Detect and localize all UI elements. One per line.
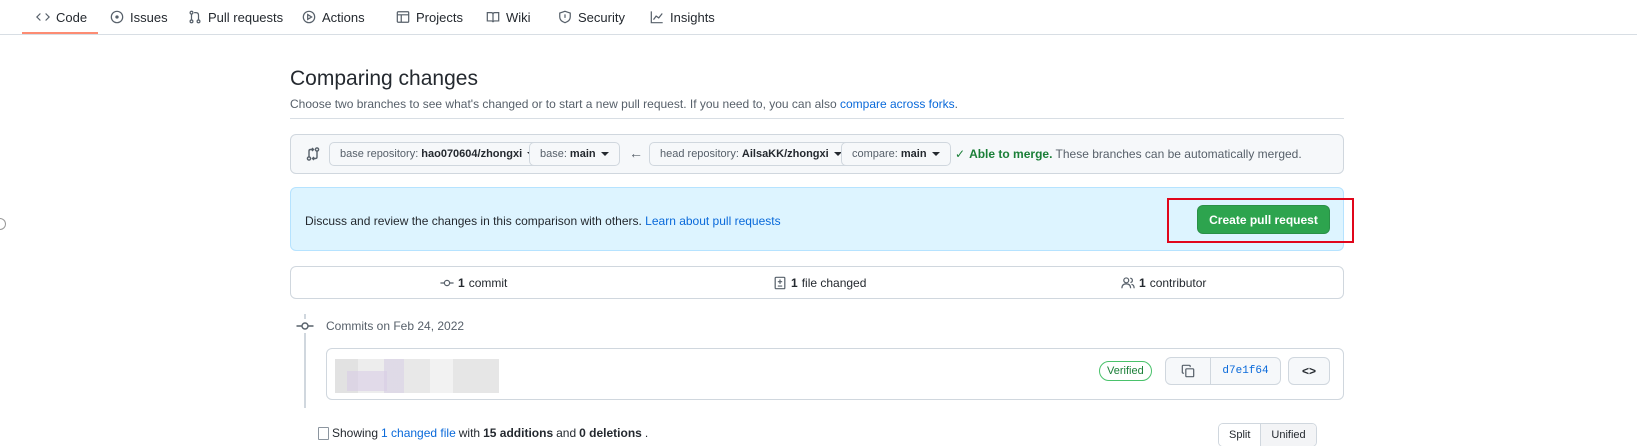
file-diff-icon xyxy=(774,276,786,290)
base-branch-label: base: xyxy=(540,148,567,160)
active-tab-indicator xyxy=(22,32,98,34)
tab-insights-label: Insights xyxy=(670,9,715,25)
compare-bar: base repository: hao070604/zhongxi base:… xyxy=(290,134,1344,174)
issue-icon xyxy=(110,10,124,24)
tab-pull-requests-label: Pull requests xyxy=(208,9,284,25)
split-view-button[interactable]: Split xyxy=(1219,424,1261,446)
showing-text: Showing xyxy=(332,426,379,440)
browse-repository-button[interactable]: <> xyxy=(1288,357,1330,385)
compare-branch-select[interactable]: compare: main xyxy=(841,142,951,166)
page-title: Comparing changes xyxy=(290,67,478,90)
files-label: file changed xyxy=(801,276,867,290)
timeline-commit-node xyxy=(296,319,314,333)
file-diff-icon xyxy=(318,426,329,440)
edge-fragment xyxy=(0,218,6,230)
merge-ok-text: Able to merge. xyxy=(969,147,1053,161)
tab-wiki-label: Wiki xyxy=(506,9,531,25)
unified-view-button[interactable]: Unified xyxy=(1260,424,1316,446)
caret-down-icon xyxy=(931,152,940,156)
tab-issues-label: Issues xyxy=(130,9,168,25)
tab-projects-label: Projects xyxy=(416,9,463,25)
compare-branch-value: main xyxy=(900,148,927,160)
commits-label: commit xyxy=(468,276,508,290)
code-icon xyxy=(36,13,50,21)
commit-sha-group: d7e1f64 xyxy=(1165,357,1281,385)
table-icon xyxy=(396,11,410,23)
repo-nav: Code Issues Pull requests Actions Projec… xyxy=(0,0,1637,35)
redacted-avatar xyxy=(347,371,387,391)
git-compare-icon xyxy=(306,147,320,161)
tab-code[interactable]: Code xyxy=(36,0,87,34)
tab-pull-requests[interactable]: Pull requests xyxy=(188,0,283,34)
period-text: . xyxy=(644,426,649,440)
compare-across-forks-link[interactable]: compare across forks xyxy=(840,97,955,111)
tab-security-label: Security xyxy=(578,9,625,25)
commit-sha-link[interactable]: d7e1f64 xyxy=(1211,358,1280,384)
commits-count: 1 xyxy=(458,276,465,290)
with-text: with xyxy=(458,426,481,440)
diff-view-toggle: Split Unified xyxy=(1218,423,1317,446)
commit-icon xyxy=(296,322,314,330)
tab-issues[interactable]: Issues xyxy=(110,0,168,34)
base-branch-select[interactable]: base: main xyxy=(529,142,620,166)
graph-icon xyxy=(650,11,663,24)
merge-status: ✓ Able to merge. These branches can be au… xyxy=(955,147,1302,161)
subtitle-text: Choose two branches to see what's change… xyxy=(290,97,840,111)
changed-files-link[interactable]: 1 changed file xyxy=(381,426,456,440)
files-count: 1 xyxy=(791,276,798,290)
shield-icon xyxy=(559,10,571,24)
contributors-count: 1 xyxy=(1139,276,1146,290)
tab-actions[interactable]: Actions xyxy=(302,0,365,34)
tab-insights[interactable]: Insights xyxy=(650,0,715,34)
flash-text: Discuss and review the changes in this c… xyxy=(305,214,646,228)
verified-badge[interactable]: Verified xyxy=(1099,361,1152,381)
book-icon xyxy=(486,12,500,23)
contributors-label: contributor xyxy=(1149,276,1207,290)
compare-branch-label: compare: xyxy=(852,148,898,160)
contributors-summary[interactable]: 1 contributor xyxy=(1121,276,1206,290)
copy-sha-button[interactable] xyxy=(1166,358,1211,384)
copy-icon xyxy=(1181,364,1195,378)
check-icon: ✓ xyxy=(955,147,966,161)
and-text: and xyxy=(556,426,577,440)
learn-about-pull-requests-link[interactable]: Learn about pull requests xyxy=(645,214,780,228)
flash-message: Discuss and review the changes in this c… xyxy=(305,214,781,228)
subtitle-suffix: . xyxy=(954,97,959,111)
base-branch-value: main xyxy=(569,148,596,160)
comparison-summary: 1 commit 1 file changed 1 contributor xyxy=(290,266,1344,299)
code-icon: <> xyxy=(1301,364,1316,378)
deletions-count: 0 deletions xyxy=(579,426,642,440)
page-subtitle: Choose two branches to see what's change… xyxy=(290,97,958,111)
create-pull-request-button[interactable]: Create pull request xyxy=(1197,205,1330,234)
arrow-left-icon: ← xyxy=(629,145,643,161)
merge-detail-text: These branches can be automatically merg… xyxy=(1052,147,1302,161)
commit-icon xyxy=(440,279,454,287)
head-repository-label: head repository: xyxy=(660,148,739,160)
tab-code-label: Code xyxy=(56,9,88,25)
play-icon xyxy=(302,10,316,24)
tab-wiki[interactable]: Wiki xyxy=(486,0,531,34)
pull-request-icon xyxy=(189,10,201,24)
tab-security[interactable]: Security xyxy=(558,0,625,34)
additions-count: 15 additions xyxy=(483,426,554,440)
files-summary[interactable]: 1 file changed xyxy=(773,276,866,290)
head-repository-select[interactable]: head repository: AilsaKK/zhongxi xyxy=(649,142,853,166)
compare-icon-wrap xyxy=(305,146,321,162)
base-repository-label: base repository: xyxy=(340,148,419,160)
commits-summary[interactable]: 1 commit xyxy=(440,276,507,290)
base-repository-value: hao070604/zhongxi xyxy=(421,148,523,160)
divider xyxy=(290,118,1344,119)
base-repository-select[interactable]: base repository: hao070604/zhongxi xyxy=(329,142,547,166)
tab-projects[interactable]: Projects xyxy=(396,0,463,34)
commits-date-heading: Commits on Feb 24, 2022 xyxy=(326,319,465,333)
people-icon xyxy=(1121,277,1135,289)
head-repository-value: AilsaKK/zhongxi xyxy=(741,148,829,160)
tab-actions-label: Actions xyxy=(322,9,365,25)
commit-row: Verified d7e1f64 <> xyxy=(326,348,1344,400)
diff-stats: Showing 1 changed file with 15 additions… xyxy=(318,426,648,440)
caret-down-icon xyxy=(600,152,609,156)
